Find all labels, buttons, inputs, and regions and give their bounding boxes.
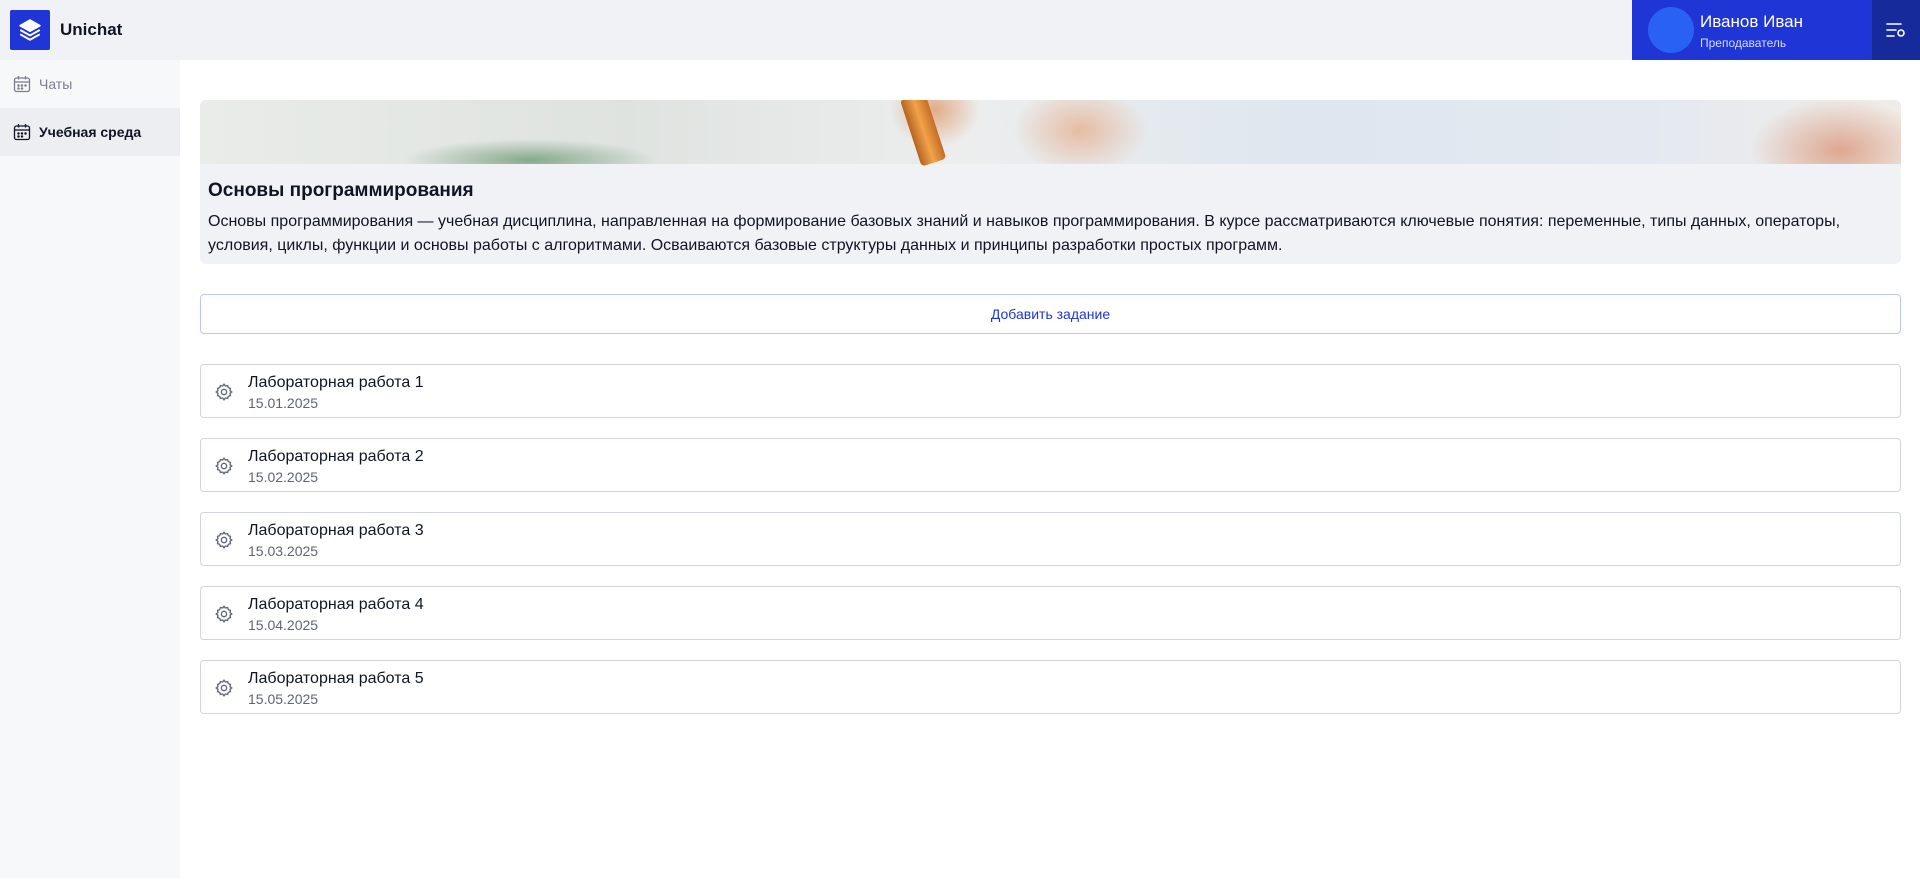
course-card: Основы программирования Основы программи… — [200, 100, 1901, 264]
calendar-icon — [13, 124, 31, 141]
user-profile[interactable]: Иванов Иван Преподаватель — [1632, 0, 1872, 60]
gear-icon[interactable] — [214, 604, 234, 624]
task-date: 15.05.2025 — [248, 691, 319, 707]
sidebar-item-label: Чаты — [39, 76, 73, 92]
task-date: 15.03.2025 — [248, 543, 319, 559]
user-role: Преподаватель — [1700, 36, 1787, 50]
task-title: Лабораторная работа 1 — [248, 374, 424, 391]
task-item[interactable]: Лабораторная работа 1 15.01.2025 — [200, 364, 1901, 418]
task-title: Лабораторная работа 5 — [248, 670, 424, 687]
gear-icon[interactable] — [214, 382, 234, 402]
sidebar: Чаты Учебная среда — [0, 60, 180, 878]
task-item[interactable]: Лабораторная работа 2 15.02.2025 — [200, 438, 1901, 492]
task-item[interactable]: Лабораторная работа 5 15.05.2025 — [200, 660, 1901, 714]
app-title: Unichat — [60, 20, 123, 39]
task-title: Лабораторная работа 3 — [248, 522, 424, 539]
gear-icon[interactable] — [214, 530, 234, 550]
task-date: 15.04.2025 — [248, 617, 319, 633]
sidebar-item-chats[interactable]: Чаты — [0, 60, 180, 108]
task-date: 15.02.2025 — [248, 469, 319, 485]
sidebar-item-label: Учебная среда — [39, 124, 142, 140]
top-header: Unichat Иванов Иван Преподаватель — [0, 0, 1920, 60]
task-title: Лабораторная работа 2 — [248, 448, 424, 465]
menu-button[interactable] — [1872, 0, 1920, 60]
task-item[interactable]: Лабораторная работа 3 15.03.2025 — [200, 512, 1901, 566]
task-date: 15.01.2025 — [248, 395, 319, 411]
menu-settings-icon — [1886, 23, 1905, 37]
pen-image — [900, 100, 947, 167]
avatar[interactable] — [1648, 7, 1694, 53]
calendar-icon — [13, 76, 31, 93]
task-title: Лабораторная работа 4 — [248, 596, 424, 613]
sidebar-item-learning[interactable]: Учебная среда — [0, 108, 180, 156]
course-title: Основы программирования — [208, 180, 474, 201]
app-logo[interactable] — [10, 10, 50, 50]
gear-icon[interactable] — [214, 456, 234, 476]
layers-icon — [19, 19, 41, 41]
course-description: Основы программирования — учебная дисцип… — [208, 213, 1841, 254]
course-cover-image — [200, 100, 1901, 167]
gear-icon[interactable] — [214, 678, 234, 698]
task-item[interactable]: Лабораторная работа 4 15.04.2025 — [200, 586, 1901, 640]
user-name: Иванов Иван — [1700, 12, 1804, 31]
add-task-button[interactable]: Добавить задание — [200, 294, 1901, 334]
